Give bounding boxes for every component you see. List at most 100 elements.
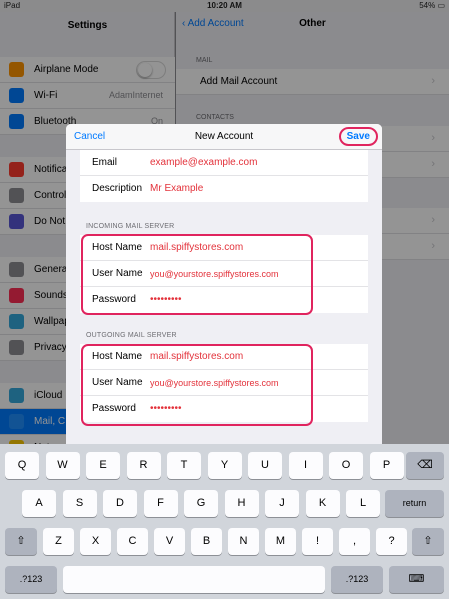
airplane-icon xyxy=(9,62,24,77)
incoming-host-field[interactable]: mail.spiffystores.com xyxy=(150,242,243,253)
shift-key-left[interactable]: ⇧ xyxy=(5,528,37,555)
key-t[interactable]: T xyxy=(167,452,201,479)
airplane-mode-toggle[interactable] xyxy=(136,61,166,79)
description-row[interactable]: Description Mr Example xyxy=(80,176,368,202)
control-center-icon xyxy=(9,188,24,203)
settings-row-label: Wallpap xyxy=(34,316,70,327)
status-bar: iPad 10:20 AM 54% ▭ xyxy=(0,0,449,12)
email-label: Email xyxy=(92,157,118,168)
incoming-host-label: Host Name xyxy=(92,242,143,253)
key-p[interactable]: P xyxy=(369,452,404,479)
chevron-right-icon: › xyxy=(431,158,435,170)
outgoing-password-label: Password xyxy=(92,403,136,414)
outgoing-username-field[interactable]: you@yourstore.spiffystores.com xyxy=(150,378,279,388)
key-z[interactable]: Z xyxy=(43,528,74,555)
sounds-icon xyxy=(9,288,24,303)
settings-row-label: Genera xyxy=(34,264,68,275)
key-l[interactable]: L xyxy=(346,490,380,517)
outgoing-host-field[interactable]: mail.spiffystores.com xyxy=(150,351,243,362)
numbers-key-left[interactable]: .?123 xyxy=(5,566,57,593)
key-s[interactable]: S xyxy=(62,490,97,517)
key-x[interactable]: X xyxy=(80,528,111,555)
incoming-username-field[interactable]: you@yourstore.spiffystores.com xyxy=(150,269,279,279)
settings-row-value: AdamInternet xyxy=(108,90,163,100)
key-y[interactable]: Y xyxy=(207,452,242,479)
email-row[interactable]: Email example@example.com xyxy=(80,150,368,176)
incoming-password-field[interactable]: ••••••••• xyxy=(150,294,182,305)
wifi-icon xyxy=(9,88,24,103)
modal-title: New Account xyxy=(194,131,254,142)
add-mail-account-label: Add Mail Account xyxy=(200,76,278,87)
key-q[interactable]: Q xyxy=(5,452,39,479)
incoming-username-label: User Name xyxy=(92,268,143,279)
settings-row-label: Notifica xyxy=(34,164,68,175)
key-w[interactable]: W xyxy=(45,452,80,479)
save-button[interactable]: Save xyxy=(338,127,378,146)
shift-icon: ⇧ xyxy=(423,535,433,547)
key-i[interactable]: I xyxy=(288,452,323,479)
shift-icon: ⇧ xyxy=(16,535,26,547)
backspace-icon: ⌫ xyxy=(417,459,433,471)
key-r[interactable]: R xyxy=(126,452,161,479)
outgoing-username-label: User Name xyxy=(92,377,143,388)
incoming-username-row[interactable]: User Name you@yourstore.spiffystores.com xyxy=(80,261,368,287)
key-b[interactable]: B xyxy=(191,528,222,555)
chevron-right-icon: › xyxy=(431,214,435,226)
notifications-icon xyxy=(9,162,24,177)
key-o[interactable]: O xyxy=(329,452,363,479)
key-sym[interactable]: ? xyxy=(376,528,407,555)
outgoing-host-label: Host Name xyxy=(92,351,143,362)
mail-section-header: MAIL xyxy=(196,57,213,64)
settings-row[interactable]: Airplane Mode xyxy=(0,57,175,83)
space-bar[interactable] xyxy=(63,566,325,593)
key-a[interactable]: A xyxy=(22,490,56,517)
key-m[interactable]: M xyxy=(265,528,296,555)
outgoing-host-row[interactable]: Host Name mail.spiffystores.com xyxy=(80,344,368,370)
gear-icon xyxy=(9,262,24,277)
outgoing-server-group: Host Name mail.spiffystores.com User Nam… xyxy=(80,344,368,422)
key-h[interactable]: H xyxy=(224,490,259,517)
key-sym[interactable]: ! xyxy=(302,528,333,555)
shift-key-right[interactable]: ⇧ xyxy=(412,528,444,555)
outgoing-password-row[interactable]: Password ••••••••• xyxy=(80,396,368,422)
settings-row-label: Sounds xyxy=(34,290,68,301)
account-info-group: Email example@example.com Description Mr… xyxy=(80,150,368,202)
key-k[interactable]: K xyxy=(305,490,340,517)
wallpaper-icon xyxy=(9,314,24,329)
key-v[interactable]: V xyxy=(154,528,185,555)
email-field[interactable]: example@example.com xyxy=(150,157,257,168)
chevron-right-icon: › xyxy=(431,75,435,87)
key-c[interactable]: C xyxy=(117,528,148,555)
key-sym[interactable]: , xyxy=(339,528,370,555)
key-d[interactable]: D xyxy=(103,490,137,517)
outgoing-username-row[interactable]: User Name you@yourstore.spiffystores.com xyxy=(80,370,368,396)
onscreen-keyboard: QWERTYUIOP ⌫ ASDFGHJKL return ⇧ Z X C V B N M!… xyxy=(0,444,449,599)
keyboard-hide-icon: ⌨ xyxy=(408,573,425,585)
incoming-server-group: Host Name mail.spiffystores.com User Nam… xyxy=(80,235,368,313)
key-j[interactable]: J xyxy=(265,490,299,517)
incoming-host-row[interactable]: Host Name mail.spiffystores.com xyxy=(80,235,368,261)
battery-icon: ▭ xyxy=(437,1,445,10)
key-n[interactable]: N xyxy=(228,528,259,555)
chevron-right-icon: › xyxy=(431,240,435,252)
settings-title: Settings xyxy=(67,20,108,31)
settings-row-label: Airplane Mode xyxy=(34,64,99,75)
outgoing-server-header: OUTGOING MAIL SERVER xyxy=(86,332,177,339)
add-mail-account-row[interactable]: Add Mail Account › xyxy=(176,69,449,95)
modal-navbar: Cancel New Account Save xyxy=(66,124,382,150)
delete-key[interactable]: ⌫ xyxy=(406,452,444,479)
outgoing-password-field[interactable]: ••••••••• xyxy=(150,403,182,414)
settings-row[interactable]: Wi-Fi AdamInternet xyxy=(0,83,175,109)
bluetooth-icon xyxy=(9,114,24,129)
settings-row-label: iCloud xyxy=(34,390,63,401)
key-g[interactable]: G xyxy=(184,490,218,517)
hide-keyboard-key[interactable]: ⌨ xyxy=(389,566,444,593)
description-field[interactable]: Mr Example xyxy=(150,183,203,194)
incoming-password-row[interactable]: Password ••••••••• xyxy=(80,287,368,313)
key-e[interactable]: E xyxy=(86,452,120,479)
clock: 10:20 AM xyxy=(207,1,242,10)
key-u[interactable]: U xyxy=(248,452,282,479)
return-key[interactable]: return xyxy=(385,490,444,517)
key-f[interactable]: F xyxy=(143,490,178,517)
numbers-key-right[interactable]: .?123 xyxy=(331,566,383,593)
